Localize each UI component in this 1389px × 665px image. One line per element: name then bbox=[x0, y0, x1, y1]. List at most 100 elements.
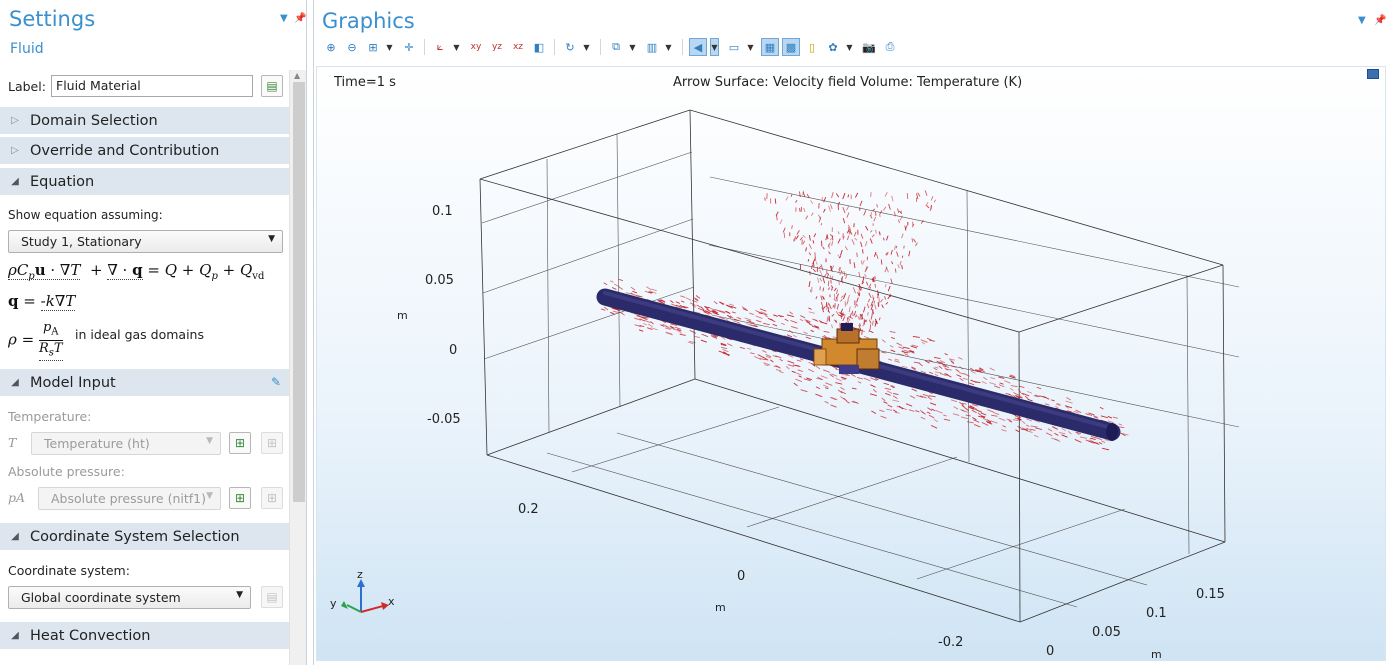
dropdown-arrow-icon: ▼ bbox=[268, 234, 275, 244]
image-snapshot-icon[interactable]: 📷 bbox=[860, 38, 878, 56]
settings-title: Settings bbox=[9, 7, 96, 31]
section-coordinate-system[interactable]: ◢ Coordinate System Selection bbox=[0, 523, 289, 550]
x-tick-label: -0.2 bbox=[938, 635, 963, 650]
legend-icon[interactable]: ▯ bbox=[803, 38, 821, 56]
settings-scrollbar[interactable]: ▲ bbox=[289, 70, 306, 665]
edit-model-input-icon[interactable]: ✎ bbox=[271, 375, 281, 389]
temperature-select[interactable]: Temperature (ht) ▼ bbox=[31, 432, 221, 455]
section-domain-selection-title: Domain Selection bbox=[30, 112, 158, 129]
create-icon: ⊞ bbox=[266, 436, 278, 450]
pressure-create-button[interactable]: ⊞ bbox=[261, 487, 283, 509]
energy-equation: ρCpu · ∇T + ∇ · q = Q + Qp + Qvd bbox=[8, 261, 265, 282]
pressure-select-value: Absolute pressure (nitf1) bbox=[51, 491, 206, 506]
z-tick-label: 0.1 bbox=[432, 204, 453, 219]
pressure-goto-button[interactable]: ⊞ bbox=[229, 487, 251, 509]
go-to-view-icon[interactable]: ◧ bbox=[530, 38, 548, 56]
toolbar-separator bbox=[424, 39, 425, 55]
graphics-pin-icon[interactable]: 📌 bbox=[1374, 15, 1386, 26]
temperature-select-value: Temperature (ht) bbox=[44, 436, 150, 451]
temperature-goto-button[interactable]: ⊞ bbox=[229, 432, 251, 454]
show-grid-icon[interactable]: ▦ bbox=[761, 38, 779, 56]
y-tick-label: 0.15 bbox=[1196, 587, 1225, 602]
section-model-input-title: Model Input bbox=[30, 374, 116, 391]
wireframe-dropdown-icon[interactable]: ▼ bbox=[746, 38, 755, 56]
study-select-value: Study 1, Stationary bbox=[21, 234, 142, 249]
graphics-menu-icon[interactable]: ▼ bbox=[1358, 15, 1366, 26]
scene-dropdown-icon[interactable]: ▼ bbox=[845, 38, 854, 56]
z-axis-unit: m bbox=[397, 309, 408, 322]
zoom-box-icon[interactable]: ⊞ bbox=[364, 38, 382, 56]
graphics-viewport[interactable]: Time=1 s Arrow Surface: Velocity field V… bbox=[316, 66, 1386, 661]
pressure-select[interactable]: Absolute pressure (nitf1) ▼ bbox=[38, 487, 221, 510]
edit-label-icon: ▤ bbox=[266, 79, 278, 93]
zoom-out-icon[interactable]: ⊖ bbox=[343, 38, 361, 56]
collapse-triangle-icon: ◢ bbox=[11, 176, 19, 187]
z-tick-label: 0 bbox=[449, 343, 457, 358]
reset-dropdown-icon[interactable]: ▼ bbox=[582, 38, 591, 56]
print-icon[interactable]: ⎙ bbox=[881, 38, 899, 56]
collapse-triangle-icon: ◢ bbox=[11, 630, 19, 641]
zoom-dropdown-icon[interactable]: ▼ bbox=[385, 38, 394, 56]
create-icon: ⊞ bbox=[266, 491, 278, 505]
graphics-toolbar: ⊕ ⊖ ⊞ ▼ ✛ ⟀ ▼ xy yz xz ◧ ↻ ▼ ⧉ ▼ ▥ ▼ ◀ ▼… bbox=[322, 37, 902, 57]
hide-dropdown-icon[interactable]: ▼ bbox=[664, 38, 673, 56]
view-xz-icon[interactable]: xz bbox=[509, 38, 527, 56]
transparency-icon[interactable]: ◀ bbox=[689, 38, 707, 56]
temperature-create-button[interactable]: ⊞ bbox=[261, 432, 283, 454]
toolbar-separator bbox=[554, 39, 555, 55]
section-heat-convection[interactable]: ◢ Heat Convection bbox=[0, 622, 289, 649]
expand-triangle-icon: ▷ bbox=[11, 115, 19, 126]
hide-objects-icon[interactable]: ▥ bbox=[643, 38, 661, 56]
coord-system-label: Coordinate system: bbox=[8, 563, 130, 578]
scene-light-icon[interactable]: ✿ bbox=[824, 38, 842, 56]
section-domain-selection[interactable]: ▷ Domain Selection bbox=[0, 107, 289, 134]
triad-y-label: y bbox=[330, 597, 337, 610]
temperature-label: Temperature: bbox=[8, 409, 92, 424]
settings-panel: Settings Fluid ▼ 📌 Label: Fluid Material… bbox=[0, 0, 307, 665]
pin-icon[interactable]: 📌 bbox=[294, 13, 306, 24]
collapse-triangle-icon: ◢ bbox=[11, 531, 19, 542]
section-override-contribution[interactable]: ▷ Override and Contribution bbox=[0, 137, 289, 164]
select-dropdown-icon[interactable]: ▼ bbox=[628, 38, 637, 56]
section-override-title: Override and Contribution bbox=[30, 142, 220, 159]
label-edit-button[interactable]: ▤ bbox=[261, 75, 283, 97]
select-objects-icon[interactable]: ⧉ bbox=[607, 38, 625, 56]
dropdown-arrow-icon: ▼ bbox=[206, 436, 213, 446]
show-axes-icon[interactable]: ▩ bbox=[782, 38, 800, 56]
density-equation: ρ = pA RsT bbox=[8, 320, 63, 362]
toolbar-separator bbox=[600, 39, 601, 55]
view-dropdown-icon[interactable]: ▼ bbox=[452, 38, 461, 56]
ideal-gas-text: in ideal gas domains bbox=[75, 327, 204, 342]
x-tick-label: 0 bbox=[737, 569, 745, 584]
triad-x-label: x bbox=[388, 595, 395, 608]
coord-system-select[interactable]: Global coordinate system ▼ bbox=[8, 586, 251, 609]
y-tick-label: 0.1 bbox=[1146, 606, 1167, 621]
heat-flux-equation: q = -k∇T bbox=[8, 292, 76, 311]
transparency-dropdown-icon[interactable]: ▼ bbox=[710, 38, 719, 56]
view-axes-icon[interactable]: ⟀ bbox=[431, 38, 449, 56]
reset-view-icon[interactable]: ↻ bbox=[561, 38, 579, 56]
wireframe-icon[interactable]: ▭ bbox=[725, 38, 743, 56]
coord-system-value: Global coordinate system bbox=[21, 590, 181, 605]
y-tick-label: 0 bbox=[1046, 644, 1054, 659]
view-yz-icon[interactable]: yz bbox=[488, 38, 506, 56]
section-heat-convection-title: Heat Convection bbox=[30, 627, 151, 644]
coord-system-button[interactable]: ▤ bbox=[261, 586, 283, 608]
coord-icon: ▤ bbox=[266, 590, 278, 604]
label-input[interactable]: Fluid Material bbox=[51, 75, 253, 97]
z-tick-label: -0.05 bbox=[427, 412, 461, 427]
scrollbar-thumb[interactable] bbox=[293, 82, 305, 502]
zoom-in-icon[interactable]: ⊕ bbox=[322, 38, 340, 56]
study-select[interactable]: Study 1, Stationary ▼ bbox=[8, 230, 283, 253]
view-xy-icon[interactable]: xy bbox=[467, 38, 485, 56]
section-equation[interactable]: ◢ Equation bbox=[0, 168, 289, 195]
label-field-label: Label: bbox=[8, 79, 46, 94]
zoom-extents-icon[interactable]: ✛ bbox=[400, 38, 418, 56]
panel-menu-icon[interactable]: ▼ bbox=[280, 13, 288, 24]
scroll-up-icon[interactable]: ▲ bbox=[294, 71, 300, 80]
section-model-input[interactable]: ◢ Model Input ✎ bbox=[0, 369, 289, 396]
expand-triangle-icon: ▷ bbox=[11, 145, 19, 156]
temperature-symbol: T bbox=[8, 435, 17, 450]
orientation-triad: z x y bbox=[330, 568, 395, 613]
graphics-title: Graphics bbox=[322, 9, 415, 33]
